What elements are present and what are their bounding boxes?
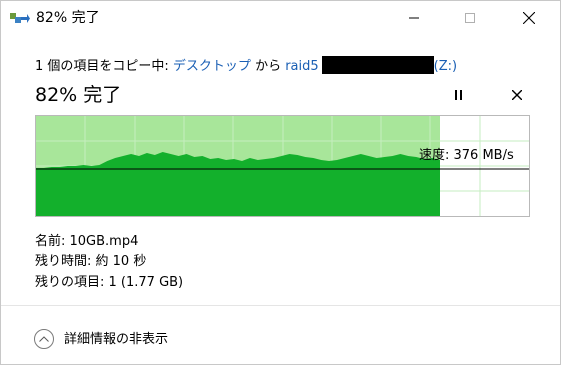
minimize-button[interactable] <box>390 1 438 35</box>
progress-title: 82% 完了 <box>35 84 122 106</box>
redacted-block <box>321 56 434 74</box>
pause-icon <box>455 90 462 100</box>
source-link[interactable]: デスクトップ <box>173 59 251 74</box>
copy-status-middle: から <box>250 59 286 74</box>
copy-status-line: 1 個の項目をコピー中: デスクトップ から raid5 (Z:) <box>35 56 457 75</box>
copy-status-prefix: 1 個の項目をコピー中: <box>35 59 173 74</box>
maximize-button[interactable] <box>446 1 494 35</box>
speed-label: 速度: 376 MB/s <box>419 148 514 163</box>
transfer-speed-graph <box>35 115 530 217</box>
cancel-button[interactable] <box>504 83 530 107</box>
destination-link[interactable]: raid5 <box>285 59 318 74</box>
details-toggle-button[interactable]: 詳細情報の非表示 <box>34 328 168 350</box>
time-remaining: 残り時間: 約 10 秒 <box>35 254 147 269</box>
destination-drive-link[interactable]: (Z:) <box>434 59 457 74</box>
copy-arrow-icon <box>10 10 30 26</box>
pause-button[interactable] <box>446 83 472 107</box>
maximize-icon <box>465 13 475 23</box>
minimize-icon <box>409 17 419 19</box>
divider <box>1 305 560 306</box>
close-icon <box>523 12 535 24</box>
items-remaining: 残りの項目: 1 (1.77 GB) <box>35 275 184 290</box>
window-title: 82% 完了 <box>36 10 100 26</box>
file-name: 名前: 10GB.mp4 <box>35 234 139 249</box>
speed-graph-svg <box>36 116 529 216</box>
close-button[interactable] <box>505 1 553 35</box>
title-bar: 82% 完了 <box>1 1 560 35</box>
cancel-icon <box>512 90 522 100</box>
chevron-up-icon <box>34 329 54 349</box>
details-toggle-label: 詳細情報の非表示 <box>64 331 169 347</box>
copy-progress-dialog: 82% 完了 1 個の項目をコピー中: デスクトップ から raid5 (Z:) … <box>0 0 561 365</box>
